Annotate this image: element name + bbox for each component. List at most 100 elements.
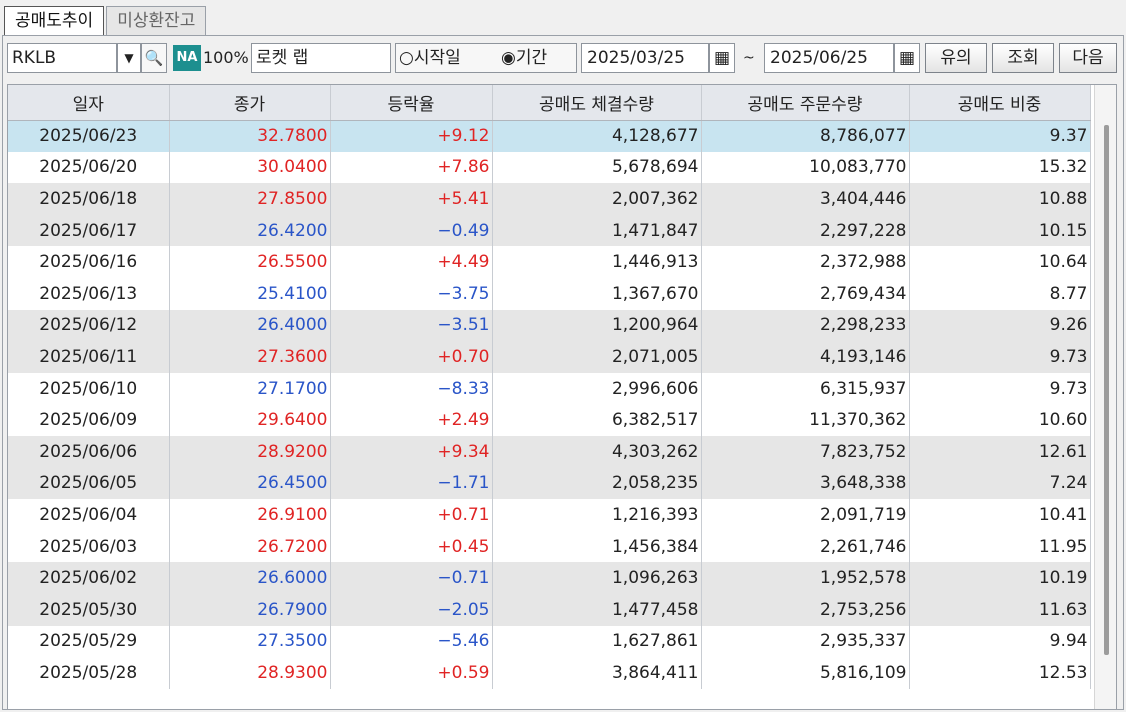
cell-order-qty: 2,091,719 [701, 499, 910, 531]
cell-order-qty: 2,753,256 [701, 593, 910, 626]
cell-close: 26.4000 [169, 309, 331, 342]
next-button[interactable]: 다음 [1059, 43, 1117, 73]
search-icon[interactable]: 🔍 [141, 43, 167, 73]
cell-exec-qty: 2,996,606 [492, 372, 702, 405]
table-row[interactable]: 2025/06/20 30.0400 +7.86 5,678,694 10,083,77… [8, 151, 1091, 184]
table-row[interactable]: 2025/06/12 26.4000 −3.51 1,200,964 2,298,233… [8, 309, 1091, 342]
cell-change: +0.59 [330, 657, 493, 689]
cell-exec-qty: 2,071,005 [492, 341, 702, 373]
tab-short-selling-trend[interactable]: 공매도추이 [4, 6, 105, 36]
margin-rate: 100% [203, 48, 249, 67]
table-row[interactable]: 2025/06/05 26.4500 −1.71 2,058,235 3,648,338… [8, 467, 1091, 500]
table-header: 일자 종가 등락율 공매도 체결수량 공매도 주문수량 공매도 비중 [8, 85, 1091, 121]
cell-close: 32.7800 [169, 120, 331, 152]
tab-bar: 공매도추이 미상환잔고 [4, 6, 208, 36]
cell-close: 26.5500 [169, 246, 331, 278]
cell-exec-qty: 1,477,458 [492, 593, 702, 626]
cell-date: 2025/06/16 [8, 246, 170, 278]
table-row[interactable]: 2025/06/10 27.1700 −8.33 2,996,606 6,315,937… [8, 372, 1091, 405]
col-header-date[interactable]: 일자 [8, 85, 170, 121]
cell-exec-qty: 1,096,263 [492, 562, 702, 594]
cell-order-qty: 10,083,770 [701, 151, 910, 184]
cell-exec-qty: 2,007,362 [492, 183, 702, 215]
table-row[interactable]: 2025/05/28 28.9300 +0.59 3,864,411 5,816,109… [8, 657, 1091, 689]
cell-close: 30.0400 [169, 151, 331, 184]
table-row[interactable]: 2025/06/16 26.5500 +4.49 1,446,913 2,372,988… [8, 246, 1091, 278]
data-grid: 일자 종가 등락율 공매도 체결수량 공매도 주문수량 공매도 비중 2025/… [7, 84, 1117, 710]
cell-change: −3.75 [330, 277, 493, 310]
cell-order-qty: 2,769,434 [701, 277, 910, 310]
cell-date: 2025/05/29 [8, 625, 170, 658]
cell-close: 27.1700 [169, 372, 331, 405]
calendar-icon[interactable]: ▦ [709, 43, 735, 73]
cell-date: 2025/06/12 [8, 309, 170, 342]
table-row[interactable]: 2025/06/18 27.8500 +5.41 2,007,362 3,404,446… [8, 183, 1091, 215]
calendar-icon[interactable]: ▦ [894, 43, 920, 73]
table-row[interactable]: 2025/06/11 27.3600 +0.70 2,071,005 4,193,146… [8, 341, 1091, 373]
table-row[interactable]: 2025/06/17 26.4200 −0.49 1,471,847 2,297,228… [8, 214, 1091, 247]
table-row[interactable]: 2025/06/04 26.9100 +0.71 1,216,393 2,091,719… [8, 499, 1091, 531]
cell-date: 2025/05/28 [8, 657, 170, 689]
col-header-exec-qty[interactable]: 공매도 체결수량 [492, 85, 702, 121]
col-header-close[interactable]: 종가 [169, 85, 331, 121]
cell-ratio: 10.19 [909, 562, 1091, 594]
stock-code-input[interactable]: RKLB [7, 43, 117, 73]
cell-order-qty: 2,261,746 [701, 530, 910, 563]
tab-unredeemed-balance[interactable]: 미상환잔고 [106, 6, 207, 36]
cell-change: +5.41 [330, 183, 493, 215]
cell-close: 26.9100 [169, 499, 331, 531]
vertical-scrollbar[interactable] [1094, 85, 1116, 709]
cell-ratio: 11.63 [909, 593, 1091, 626]
cell-exec-qty: 1,446,913 [492, 246, 702, 278]
cell-change: −0.49 [330, 214, 493, 247]
cell-exec-qty: 1,216,393 [492, 499, 702, 531]
cell-ratio: 8.77 [909, 277, 1091, 310]
cell-change: +7.86 [330, 151, 493, 184]
cell-ratio: 15.32 [909, 151, 1091, 184]
table-row[interactable]: 2025/05/30 26.7900 −2.05 1,477,458 2,753,256… [8, 593, 1091, 626]
cell-change: −3.51 [330, 309, 493, 342]
date-from-input[interactable]: 2025/03/25 [581, 43, 709, 73]
cell-exec-qty: 1,471,847 [492, 214, 702, 247]
table-row[interactable]: 2025/06/02 26.6000 −0.71 1,096,263 1,952,578… [8, 562, 1091, 594]
cell-change: −1.71 [330, 467, 493, 500]
table-row[interactable]: 2025/06/06 28.9200 +9.34 4,303,262 7,823,752… [8, 435, 1091, 468]
cell-exec-qty: 2,058,235 [492, 467, 702, 500]
cell-order-qty: 2,298,233 [701, 309, 910, 342]
market-badge: NA [173, 45, 201, 71]
chevron-down-icon[interactable]: ▼ [117, 43, 141, 73]
cell-change: +4.49 [330, 246, 493, 278]
cell-date: 2025/06/18 [8, 183, 170, 215]
radio-start-date[interactable]: ○시작일 [399, 43, 461, 73]
cell-date: 2025/06/20 [8, 151, 170, 184]
cell-order-qty: 4,193,146 [701, 341, 910, 373]
date-range-separator: ~ [743, 50, 755, 66]
table-row[interactable]: 2025/06/13 25.4100 −3.75 1,367,670 2,769,434… [8, 277, 1091, 310]
cell-date: 2025/05/30 [8, 593, 170, 626]
table-row[interactable]: 2025/06/23 32.7800 +9.12 4,128,677 8,786,077… [8, 120, 1091, 152]
cell-date: 2025/06/06 [8, 435, 170, 468]
cell-close: 26.6000 [169, 562, 331, 594]
caution-button[interactable]: 유의 [925, 43, 987, 73]
cell-exec-qty: 1,627,861 [492, 625, 702, 658]
scrollbar-thumb[interactable] [1104, 125, 1109, 655]
radio-period[interactable]: ◉기간 [501, 43, 547, 73]
date-to-input[interactable]: 2025/06/25 [764, 43, 894, 73]
col-header-change[interactable]: 등락율 [330, 85, 493, 121]
cell-order-qty: 1,952,578 [701, 562, 910, 594]
table-row[interactable]: 2025/06/09 29.6400 +2.49 6,382,517 11,370,36… [8, 404, 1091, 436]
cell-change: +2.49 [330, 404, 493, 436]
cell-change: −5.46 [330, 625, 493, 658]
table-row[interactable]: 2025/06/03 26.7200 +0.45 1,456,384 2,261,746… [8, 530, 1091, 563]
cell-exec-qty: 1,200,964 [492, 309, 702, 342]
col-header-order-qty[interactable]: 공매도 주문수량 [701, 85, 910, 121]
cell-exec-qty: 4,303,262 [492, 435, 702, 468]
col-header-ratio[interactable]: 공매도 비중 [909, 85, 1091, 121]
cell-ratio: 12.61 [909, 435, 1091, 468]
cell-ratio: 11.95 [909, 530, 1091, 563]
table-row[interactable]: 2025/05/29 27.3500 −5.46 1,627,861 2,935,337… [8, 625, 1091, 658]
cell-close: 28.9300 [169, 657, 331, 689]
cell-date: 2025/06/09 [8, 404, 170, 436]
query-button[interactable]: 조회 [992, 43, 1054, 73]
toolbar: RKLB ▼ 🔍 NA 100% 로켓 랩 ○시작일 ◉기간 2025/03/2… [7, 43, 1119, 73]
